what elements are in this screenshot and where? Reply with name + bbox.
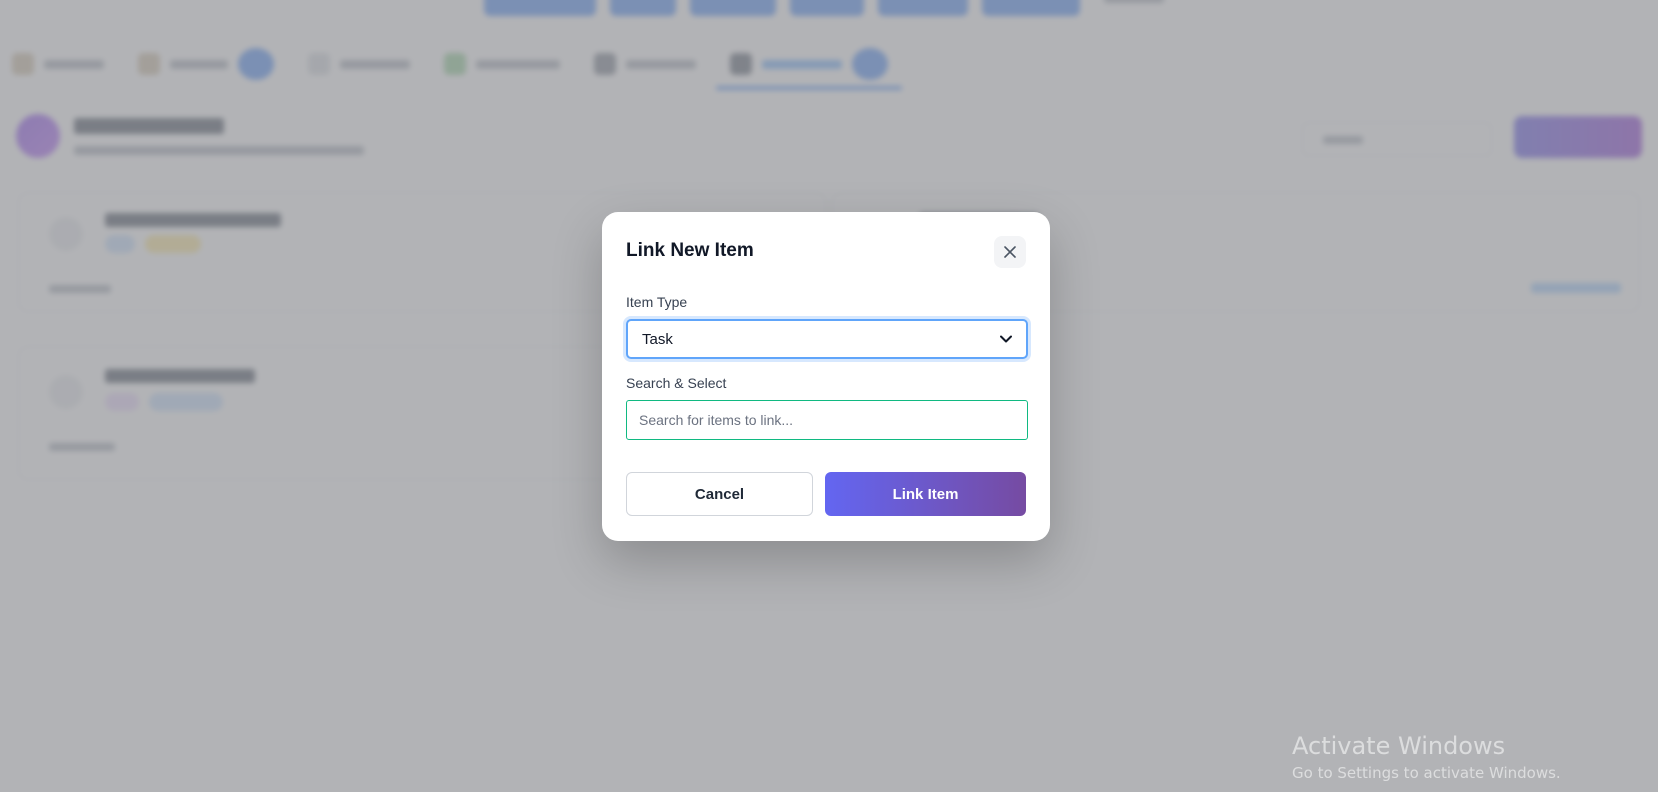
- link-item-modal: Link New Item Item Type Task Search & Se…: [602, 212, 1050, 541]
- item-type-value: Task: [642, 330, 673, 348]
- watermark-title: Activate Windows: [1292, 732, 1506, 760]
- cancel-button[interactable]: Cancel: [626, 472, 813, 516]
- item-type-select[interactable]: Task: [626, 319, 1028, 359]
- item-type-label: Item Type: [626, 294, 688, 310]
- windows-watermark: Activate Windows Go to Settings to activ…: [1292, 732, 1561, 782]
- chevron-down-icon: [1000, 335, 1012, 343]
- close-button[interactable]: [994, 236, 1026, 268]
- link-item-button[interactable]: Link Item: [825, 472, 1026, 516]
- search-select-label: Search & Select: [626, 375, 727, 391]
- watermark-subtitle: Go to Settings to activate Windows.: [1292, 764, 1561, 782]
- modal-title: Link New Item: [626, 240, 754, 261]
- search-input[interactable]: [626, 400, 1028, 440]
- close-icon: [1004, 246, 1016, 258]
